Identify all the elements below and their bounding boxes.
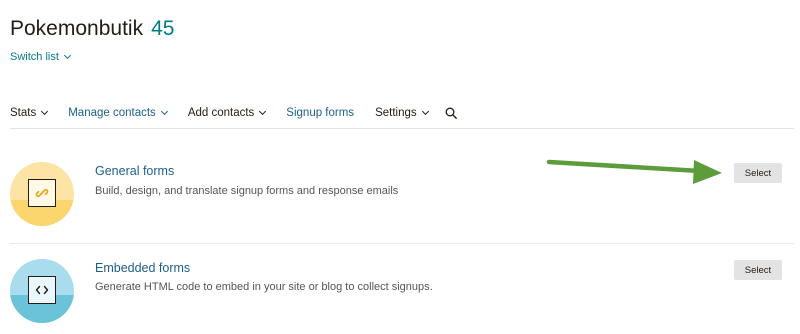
nav-manage-contacts-label: Manage contacts <box>68 107 156 119</box>
nav-stats[interactable]: Stats <box>10 107 49 119</box>
embedded-forms-illustration <box>10 259 74 323</box>
page-title-row: Pokemonbutik 45 <box>10 17 174 41</box>
chevron-down-icon <box>421 107 429 116</box>
nav-manage-contacts[interactable]: Manage contacts <box>68 107 168 119</box>
general-forms-description: Build, design, and translate signup form… <box>95 185 399 197</box>
embedded-forms-title[interactable]: Embedded forms <box>95 261 190 275</box>
chevron-down-icon <box>41 107 49 116</box>
switch-list-dropdown[interactable]: Switch list <box>10 51 71 63</box>
general-forms-select-button[interactable]: Select <box>734 163 782 183</box>
embedded-forms-select-button[interactable]: Select <box>734 260 782 280</box>
list-name: Pokemonbutik <box>10 17 144 40</box>
chevron-down-icon <box>259 107 267 116</box>
general-forms-illustration <box>10 162 74 226</box>
nav-signup-forms[interactable]: Signup forms <box>286 107 354 119</box>
chevron-down-icon <box>160 107 168 116</box>
nav-divider <box>10 128 794 129</box>
nav-add-contacts[interactable]: Add contacts <box>187 107 267 119</box>
list-count: 45 <box>151 17 175 40</box>
general-forms-title[interactable]: General forms <box>95 164 174 178</box>
nav-stats-label: Stats <box>10 107 37 119</box>
code-icon <box>28 276 56 304</box>
search-icon[interactable] <box>445 107 457 119</box>
nav-settings-label: Settings <box>375 107 417 119</box>
chevron-down-icon <box>63 51 71 60</box>
link-icon <box>28 179 56 207</box>
nav-signup-forms-label: Signup forms <box>286 107 355 119</box>
list-nav: Stats Manage contacts Add contacts Signu… <box>10 104 457 122</box>
nav-settings[interactable]: Settings <box>375 107 429 119</box>
row-divider <box>10 243 794 244</box>
embedded-forms-description: Generate HTML code to embed in your site… <box>95 281 433 293</box>
nav-add-contacts-label: Add contacts <box>187 107 255 119</box>
switch-list-label: Switch list <box>10 51 59 63</box>
